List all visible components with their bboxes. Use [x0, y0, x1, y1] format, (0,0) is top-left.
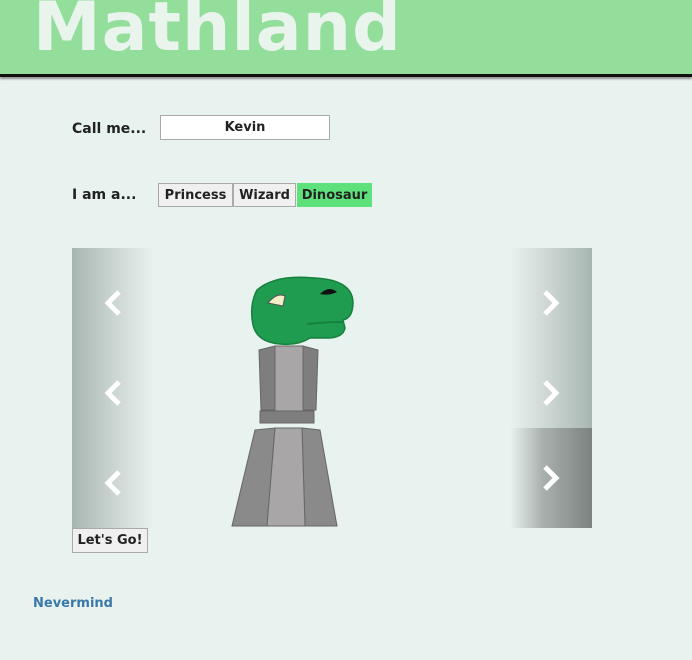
next-head-button[interactable] [510, 258, 592, 348]
chevron-left-icon [104, 290, 121, 316]
dinosaur-head [250, 276, 354, 346]
role-dinosaur-button[interactable]: Dinosaur [297, 183, 372, 207]
name-input[interactable] [160, 115, 330, 140]
next-torso-button[interactable] [510, 348, 592, 438]
robe-torso [258, 345, 319, 424]
prev-legs-button[interactable] [72, 438, 154, 528]
header-bar: Mathland [0, 0, 692, 77]
chevron-right-icon [543, 380, 560, 406]
robe-skirt [231, 427, 338, 527]
right-arrow-column [510, 248, 592, 528]
prev-torso-button[interactable] [72, 348, 154, 438]
prev-head-button[interactable] [72, 258, 154, 348]
chevron-right-icon [543, 465, 560, 491]
next-legs-button[interactable] [510, 428, 592, 528]
chevron-left-icon [104, 470, 121, 496]
role-princess-button[interactable]: Princess [158, 183, 233, 207]
name-label: Call me... [72, 121, 147, 137]
left-arrow-column [72, 248, 154, 528]
nevermind-link[interactable]: Nevermind [33, 596, 113, 611]
role-label: I am a... [72, 187, 137, 203]
chevron-left-icon [104, 380, 121, 406]
role-wizard-button[interactable]: Wizard [233, 183, 296, 207]
chevron-right-icon [543, 290, 560, 316]
lets-go-button[interactable]: Let's Go! [72, 528, 148, 553]
app-title: Mathland [33, 0, 402, 67]
avatar-preview [231, 276, 354, 527]
